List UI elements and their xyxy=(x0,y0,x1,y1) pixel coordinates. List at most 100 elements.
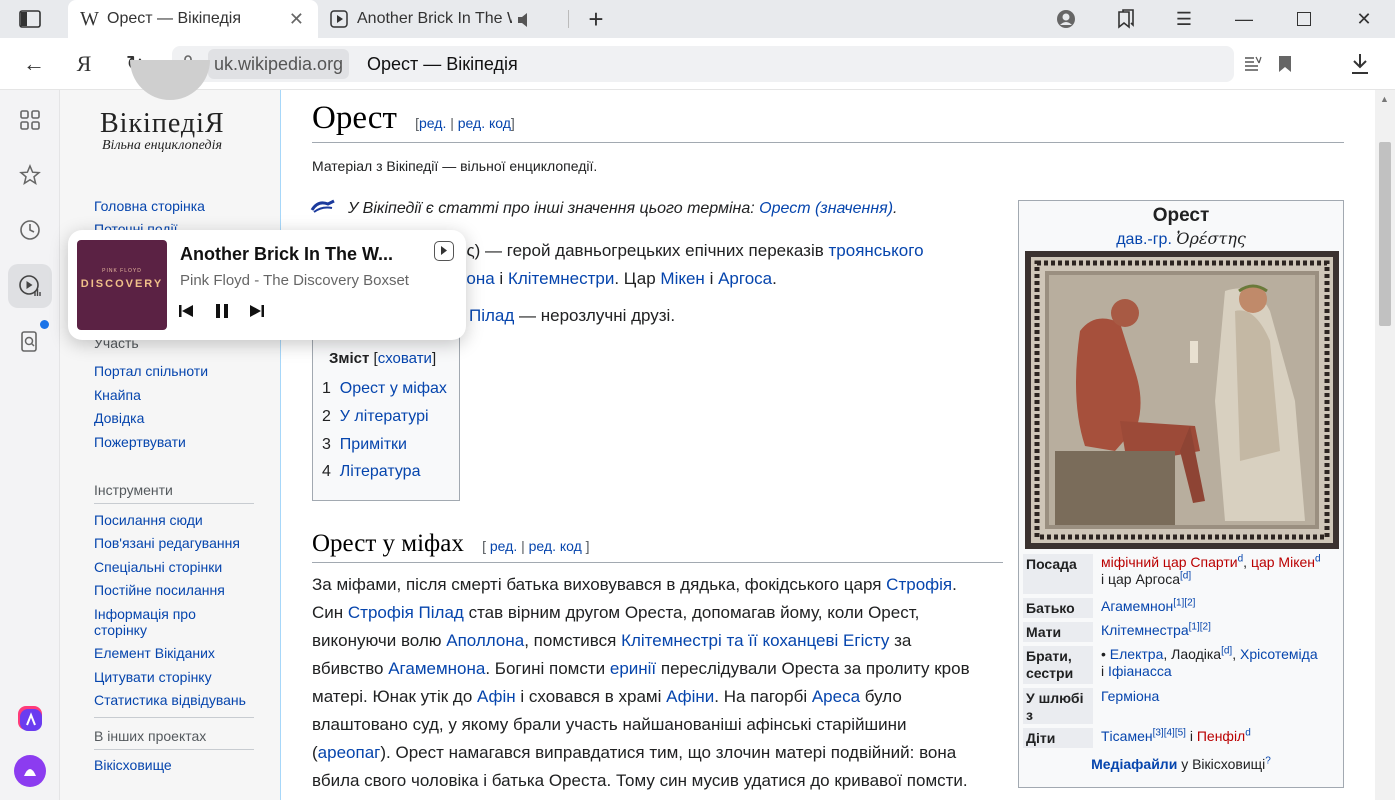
intro-link[interactable]: Мікен xyxy=(660,269,704,288)
inline-link[interactable]: Електра xyxy=(1110,646,1164,662)
inline-link[interactable]: Клітемнестрі xyxy=(621,631,722,650)
reader-mode-icon[interactable] xyxy=(1244,55,1262,73)
inline-link[interactable]: еринії xyxy=(610,659,656,678)
address-bar[interactable]: uk.wikipedia.org Орест — Вікіпедія xyxy=(172,46,1291,82)
nav-link-page-views[interactable]: Статистика відвідувань xyxy=(94,692,246,708)
footer-help-link[interactable]: ? xyxy=(1265,755,1271,766)
sidebar-toggle-button[interactable] xyxy=(10,0,50,38)
nav-link-related-changes[interactable]: Пов'язані редагування xyxy=(94,535,240,551)
sidebar-search-button[interactable] xyxy=(8,320,52,364)
hatnote-link[interactable]: Орест (значення) xyxy=(759,200,893,217)
reference-sup[interactable]: [1][2] xyxy=(1189,621,1211,632)
sidebar-alice-button[interactable] xyxy=(8,749,52,793)
toc-link[interactable]: Примітки xyxy=(340,436,407,453)
inline-link[interactable]: Афіни xyxy=(666,687,714,706)
wiki-logo-title[interactable]: ВікіпедіЯ xyxy=(100,108,225,140)
sidebar-history-button[interactable] xyxy=(8,208,52,252)
next-track-button[interactable] xyxy=(246,300,268,322)
intro-link[interactable]: троянського xyxy=(829,241,924,260)
inline-link[interactable]: Строфія Пілад xyxy=(348,603,464,622)
maximize-button[interactable] xyxy=(1288,0,1320,38)
back-button[interactable]: ← xyxy=(20,50,48,78)
toc-link[interactable]: Література xyxy=(340,463,421,480)
address-page-title[interactable]: Орест — Вікіпедія xyxy=(367,49,518,79)
tab-music[interactable]: Another Brick In The W xyxy=(320,0,570,38)
inline-link[interactable]: Агамемнона xyxy=(388,659,485,678)
reference-sup[interactable]: [1][2] xyxy=(1173,597,1195,608)
reference-sup[interactable]: [d] xyxy=(1180,570,1191,581)
inline-link[interactable]: Герміона xyxy=(1101,688,1159,704)
sidebar-messenger-button[interactable] xyxy=(8,696,52,740)
sidebar-favorites-button[interactable] xyxy=(8,153,52,197)
red-link[interactable]: цар Мікен xyxy=(1251,554,1315,570)
nav-link-page-info[interactable]: Інформація про сторінку xyxy=(94,606,234,638)
bookmark-icon[interactable] xyxy=(1278,55,1292,73)
scrollbar-thumb[interactable] xyxy=(1379,142,1391,326)
scroll-up-icon[interactable]: ▲ xyxy=(1380,94,1389,104)
close-window-button[interactable]: ✕ xyxy=(1348,0,1380,38)
nav-link-main-page[interactable]: Головна сторінка xyxy=(94,198,205,214)
toc-link[interactable]: У літературі xyxy=(340,408,429,425)
profile-button[interactable] xyxy=(1050,0,1082,38)
intro-link[interactable]: Клітемнестри xyxy=(508,269,614,288)
reference-sup[interactable]: [3][4][5] xyxy=(1153,727,1186,738)
nav-link-wikidata-item[interactable]: Елемент Вікіданих xyxy=(94,645,215,661)
inline-link[interactable]: Ареса xyxy=(812,687,860,706)
inline-link[interactable]: Хрісотеміда xyxy=(1240,646,1318,662)
red-link[interactable]: міфічний цар Спарти xyxy=(1101,554,1238,570)
yandex-button[interactable]: Я xyxy=(70,50,98,78)
minimize-button[interactable]: — xyxy=(1228,0,1260,38)
commons-media-link[interactable]: Медіафайли xyxy=(1091,756,1177,772)
inline-link[interactable]: Строфія xyxy=(886,575,952,594)
section-edit-link[interactable]: ред. xyxy=(490,538,517,554)
nav-link-help[interactable]: Довідка xyxy=(94,410,144,426)
reference-sup[interactable]: d xyxy=(1245,727,1251,738)
page-scrollbar[interactable]: ▲ xyxy=(1375,90,1395,800)
toc-item[interactable]: 2 У літературі xyxy=(322,408,429,426)
inline-link[interactable]: Афін xyxy=(477,687,516,706)
toc-item[interactable]: 3 Примітки xyxy=(322,436,407,454)
toc-item[interactable]: 1 Орест у міфах xyxy=(322,380,447,398)
nav-link-what-links-here[interactable]: Посилання сюди xyxy=(94,512,203,528)
reference-sup[interactable]: d xyxy=(1315,553,1321,564)
tab-wikipedia[interactable]: W Орест — Вікіпедія ✕ xyxy=(68,0,318,38)
address-domain[interactable]: uk.wikipedia.org xyxy=(208,49,350,79)
nav-link-village-pump[interactable]: Кнайпа xyxy=(94,387,141,403)
previous-track-button[interactable] xyxy=(175,300,197,322)
inline-link[interactable]: ареопаг xyxy=(318,743,381,762)
edit-source-link[interactable]: ред. код xyxy=(458,115,511,131)
toc-item[interactable]: 4 Література xyxy=(322,463,420,481)
intro-link[interactable]: Аргоса xyxy=(718,269,772,288)
open-player-button[interactable] xyxy=(434,241,454,261)
edit-link[interactable]: ред. xyxy=(419,115,446,131)
intro-link[interactable]: Пілад xyxy=(469,306,514,325)
inline-link[interactable]: Іфіанасса xyxy=(1108,663,1172,679)
sidebar-media-button[interactable] xyxy=(8,264,52,308)
nav-link-donate[interactable]: Пожертвувати xyxy=(94,434,186,450)
inline-link[interactable]: та її коханцеві xyxy=(727,631,839,650)
toc-hide-link[interactable]: сховати xyxy=(378,350,432,367)
inline-link[interactable]: Клітемнестра xyxy=(1101,622,1189,638)
inline-link[interactable]: Агамемнон xyxy=(1101,598,1173,614)
menu-button[interactable]: ☰ xyxy=(1168,0,1200,38)
red-link[interactable]: Пенфіл xyxy=(1197,728,1245,744)
nav-link-community-portal[interactable]: Портал спільноти xyxy=(94,363,208,379)
nav-link-cite-page[interactable]: Цитувати сторінку xyxy=(94,669,212,685)
bookmarks-collection-button[interactable] xyxy=(1110,0,1142,38)
album-cover[interactable]: PINK FLOYD DISCOVERY xyxy=(77,240,167,330)
pause-button[interactable] xyxy=(211,300,233,322)
nav-link-permanent-link[interactable]: Постійне посилання xyxy=(94,582,225,598)
reference-sup[interactable]: [d] xyxy=(1221,645,1232,656)
speaker-icon[interactable] xyxy=(516,12,534,28)
new-tab-button[interactable]: + xyxy=(580,0,612,38)
downloads-button[interactable] xyxy=(1346,50,1374,78)
nav-link-special-pages[interactable]: Спеціальні сторінки xyxy=(94,559,222,575)
infobox-language-link[interactable]: дав.-гр. xyxy=(1116,231,1172,248)
mosaic-image[interactable] xyxy=(1025,251,1339,549)
inline-link[interactable]: Егісту xyxy=(843,631,889,650)
sidebar-services-button[interactable] xyxy=(8,98,52,142)
section-edit-source-link[interactable]: ред. код xyxy=(529,538,582,554)
inline-link[interactable]: Тісамен xyxy=(1101,728,1153,744)
inline-link[interactable]: Аполлона xyxy=(446,631,524,650)
toc-link[interactable]: Орест у міфах xyxy=(340,380,447,397)
